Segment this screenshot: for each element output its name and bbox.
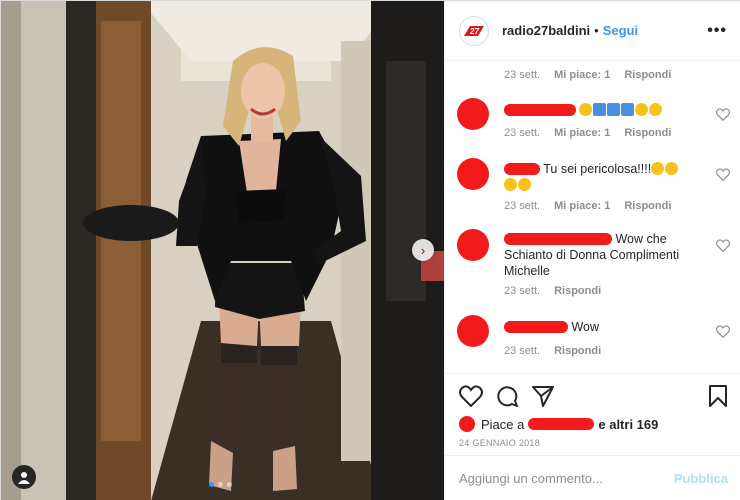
post-actions: Piace a e altri 169 24 GENNAIO 2018 bbox=[445, 373, 740, 448]
post-photo[interactable]: › bbox=[1, 1, 444, 500]
action-icons bbox=[459, 380, 728, 412]
comment-reply-button[interactable]: Rispondi bbox=[624, 200, 671, 212]
add-comment-bar: Pubblica bbox=[445, 455, 740, 500]
likes-count[interactable]: e altri 169 bbox=[598, 417, 658, 432]
radio27-logo-icon: 27 bbox=[464, 25, 484, 36]
like-comment-heart-icon[interactable] bbox=[716, 168, 730, 181]
comment-reply-button[interactable]: Rispondi bbox=[624, 127, 671, 139]
account-username[interactable]: radio27baldini bbox=[502, 23, 590, 38]
like-comment-heart-icon[interactable] bbox=[716, 239, 730, 252]
redacted-username bbox=[504, 233, 612, 245]
share-icon[interactable] bbox=[531, 384, 555, 408]
carousel-dot-active bbox=[209, 482, 214, 487]
emoji-icon bbox=[635, 103, 649, 116]
post-header: 27 radio27baldini • Segui ••• bbox=[445, 1, 740, 61]
comment-reply-button[interactable]: Rispondi bbox=[554, 345, 601, 357]
post-sidebar: 27 radio27baldini • Segui ••• 23 sett. M… bbox=[444, 1, 740, 500]
emoji-icon bbox=[607, 103, 621, 116]
emoji-icon bbox=[651, 162, 665, 175]
follow-button[interactable]: Segui bbox=[603, 23, 638, 38]
comment-message: Tu sei pericolosa!!!! bbox=[543, 162, 652, 176]
comment-text: Tu sei pericolosa!!!! bbox=[504, 161, 704, 193]
emoji-icon bbox=[593, 103, 607, 116]
photo-illustration bbox=[1, 1, 444, 500]
user-icon bbox=[18, 471, 30, 484]
commenter-avatar[interactable] bbox=[457, 158, 489, 190]
comment-text: Wow che Schianto di Donna Complimenti Mi… bbox=[504, 231, 699, 279]
comment-text: Wow bbox=[504, 319, 704, 335]
instagram-post: › 27 radio27baldini • Segui ••• 23 sett.… bbox=[0, 0, 740, 500]
commenter-avatar[interactable] bbox=[457, 98, 489, 130]
comment-meta: 23 sett. Mi piace: 1 Rispondi bbox=[504, 127, 671, 139]
comment-icon[interactable] bbox=[495, 384, 519, 408]
carousel-dot bbox=[218, 482, 223, 487]
like-heart-icon[interactable] bbox=[459, 385, 483, 407]
comment-time[interactable]: 23 sett. bbox=[504, 200, 540, 212]
tagged-user-button[interactable] bbox=[12, 465, 36, 489]
comment-likes[interactable]: Mi piace: 1 bbox=[554, 69, 610, 81]
next-photo-button[interactable]: › bbox=[412, 239, 434, 261]
likes-summary[interactable]: Piace a e altri 169 bbox=[459, 415, 728, 433]
redacted-username bbox=[528, 418, 595, 430]
comments-list[interactable]: 23 sett. Mi piace: 1 Rispondi 23 sett. M… bbox=[445, 61, 740, 373]
comment-meta: 23 sett. Mi piace: 1 Rispondi bbox=[504, 69, 671, 81]
comment-meta: 23 sett. Mi piace: 1 Rispondi bbox=[504, 200, 671, 212]
emoji-icon bbox=[518, 178, 531, 191]
redacted-username bbox=[504, 163, 540, 175]
comment-likes[interactable]: Mi piace: 1 bbox=[554, 200, 610, 212]
comment-message: Wow bbox=[571, 320, 600, 334]
comment-time[interactable]: 23 sett. bbox=[504, 285, 540, 297]
commenter-avatar[interactable] bbox=[457, 315, 489, 347]
commenter-avatar[interactable] bbox=[457, 229, 489, 261]
comment-text bbox=[504, 102, 704, 118]
comment-time[interactable]: 23 sett. bbox=[504, 345, 540, 357]
comment-reply-button[interactable]: Rispondi bbox=[624, 69, 671, 81]
comment-time[interactable]: 23 sett. bbox=[504, 69, 540, 81]
emoji-icon bbox=[579, 103, 593, 116]
save-bookmark-icon[interactable] bbox=[708, 384, 728, 408]
emoji-icon bbox=[665, 162, 679, 175]
post-date[interactable]: 24 GENNAIO 2018 bbox=[459, 438, 728, 448]
redacted-username bbox=[504, 104, 576, 116]
likes-prefix: Piace a bbox=[481, 416, 525, 432]
emoji-icon bbox=[621, 103, 635, 116]
carousel-dots bbox=[209, 482, 232, 487]
liker-avatar bbox=[459, 416, 475, 432]
account-avatar[interactable]: 27 bbox=[459, 15, 489, 46]
comment-reply-button[interactable]: Rispondi bbox=[554, 285, 601, 297]
comment-meta: 23 sett. Rispondi bbox=[504, 345, 601, 357]
emoji-icon bbox=[504, 178, 517, 191]
comment-meta: 23 sett. Rispondi bbox=[504, 285, 601, 297]
add-comment-input[interactable] bbox=[459, 471, 674, 486]
emoji-icon bbox=[649, 103, 663, 116]
svg-text:27: 27 bbox=[469, 27, 479, 36]
redacted-username bbox=[504, 321, 568, 333]
separator-dot: • bbox=[594, 23, 599, 38]
publish-button[interactable]: Pubblica bbox=[674, 471, 728, 486]
carousel-dot bbox=[227, 482, 232, 487]
comment-likes[interactable]: Mi piace: 1 bbox=[554, 127, 610, 139]
like-comment-heart-icon[interactable] bbox=[716, 325, 730, 338]
comment-time[interactable]: 23 sett. bbox=[504, 127, 540, 139]
like-comment-heart-icon[interactable] bbox=[716, 108, 730, 121]
ellipsis-icon[interactable]: ••• bbox=[707, 22, 727, 40]
